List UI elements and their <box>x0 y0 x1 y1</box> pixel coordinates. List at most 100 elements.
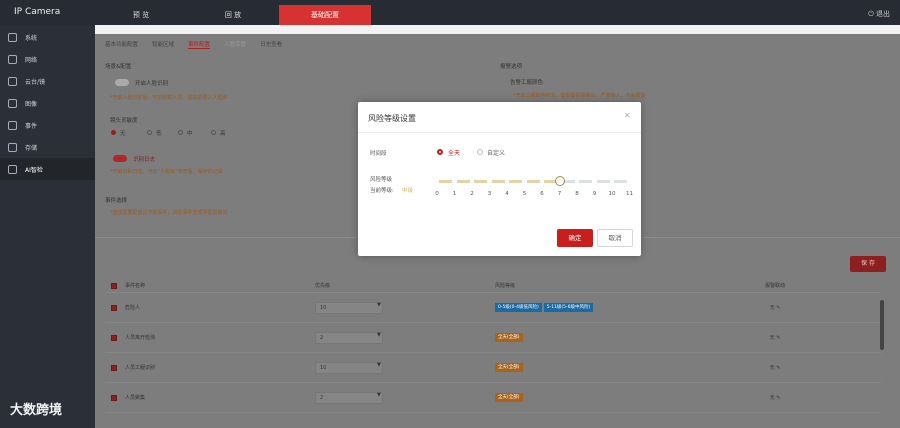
risk-tag[interactable]: 全天(全部) <box>495 363 523 372</box>
current-level-label: 当前等级: <box>370 188 394 194</box>
time-radio-allday[interactable] <box>437 149 443 155</box>
time-radio-custom[interactable] <box>477 149 483 155</box>
event-title: 事件选择 <box>105 198 128 204</box>
tab-area[interactable]: 智能区域 <box>152 40 174 49</box>
nav-basic-config[interactable]: 基础配置 <box>279 5 371 25</box>
chevron-down-icon: ▼ <box>377 331 381 338</box>
slider-tick-label: 9 <box>592 191 597 197</box>
risk-tag[interactable]: 全天(全部) <box>495 333 523 342</box>
slider-segment[interactable] <box>526 180 540 183</box>
sensitivity-option: 无 <box>120 131 126 137</box>
priority-select[interactable]: 2 <box>315 391 383 404</box>
exit-label: 退出 <box>876 10 890 18</box>
watermark: 大数跨境 <box>10 403 63 418</box>
ai-icon <box>8 164 17 174</box>
row-checkbox[interactable] <box>111 334 117 341</box>
config-tabs: 基本功能配置 智能区域 事件配置 人脸库管 日志查看 <box>105 40 282 49</box>
table-row: 人员工服识别 10 ▼ 全天(全部) 无 ✎ <box>105 353 881 383</box>
tab-event-config[interactable]: 事件配置 <box>188 40 211 49</box>
slider-tick-label: 11 <box>626 191 633 197</box>
sensitivity-radio-1[interactable] <box>147 130 152 135</box>
sidebar-item-network[interactable]: 网络 <box>0 48 95 70</box>
sidebar: 系统 网络 云台/镜 图像 事件 存储 AI智检 <box>0 25 95 428</box>
time-option-custom: 自定义 <box>487 150 506 157</box>
recognize-log-label: 识别日志 <box>133 157 156 163</box>
sidebar-item-label: 网络 <box>25 56 38 64</box>
tab-log[interactable]: 日志查看 <box>260 40 282 49</box>
slider-segment[interactable] <box>456 180 470 183</box>
confirm-button[interactable]: 确定 <box>557 229 593 247</box>
row-checkbox[interactable] <box>111 394 117 401</box>
link-value: 无 <box>769 365 775 371</box>
table-header: 事件名称 优先级 风险等级 报警联动 <box>105 279 881 293</box>
top-bar: IP Camera 预 览 回 放 基础配置 ⏻ 退出 <box>0 0 900 25</box>
table-row: 危险人 10 ▼ 0-5级(0-4级低风险) 5-11级(5-6级中风险) 无 ✎ <box>105 293 881 323</box>
tab-face-lib[interactable]: 人脸库管 <box>224 40 246 49</box>
edit-icon[interactable]: ✎ <box>776 335 780 341</box>
slider-segment[interactable] <box>509 180 522 183</box>
slider-segment[interactable] <box>491 180 505 183</box>
exit-button[interactable]: ⏻ 退出 <box>868 9 890 19</box>
event-name: 人员聚集 <box>125 395 146 401</box>
slider-segment[interactable] <box>439 180 452 183</box>
table-scrollbar[interactable] <box>880 300 884 350</box>
app-title: IP Camera <box>14 7 61 17</box>
nav-playback[interactable]: 回 放 <box>187 5 279 25</box>
col-name: 事件名称 <box>125 283 146 289</box>
priority-select[interactable]: 2 <box>315 331 383 344</box>
edit-icon[interactable]: ✎ <box>776 395 780 401</box>
edit-icon[interactable]: ✎ <box>776 305 780 311</box>
sidebar-item-label: 存储 <box>25 144 38 152</box>
slider-thumb[interactable] <box>554 176 565 186</box>
risk-tag[interactable]: 5-11级(5-6级中风险) <box>543 303 594 312</box>
select-all-checkbox[interactable] <box>111 282 117 289</box>
cancel-button[interactable]: 取消 <box>597 229 633 247</box>
sidebar-item-storage[interactable]: 存储 <box>0 136 95 158</box>
tab-basic[interactable]: 基本功能配置 <box>105 40 138 49</box>
link-cell: 无 ✎ <box>735 364 815 371</box>
recognize-log-toggle[interactable] <box>113 155 127 162</box>
chevron-down-icon: ▼ <box>377 391 381 398</box>
sensitivity-option: 低 <box>156 131 162 137</box>
sidebar-item-event[interactable]: 事件 <box>0 114 95 136</box>
col-priority: 优先级 <box>315 283 331 289</box>
nav-preview[interactable]: 预 览 <box>95 5 187 25</box>
slider-segment[interactable] <box>579 180 592 183</box>
edit-icon[interactable]: ✎ <box>776 365 780 371</box>
table-row: 人员离开检测 2 ▼ 全天(全部) 无 ✎ <box>105 323 881 353</box>
sensitivity-radio-3[interactable] <box>211 130 216 135</box>
current-level-value: 中级 <box>402 188 414 194</box>
col-link: 报警联动 <box>764 283 785 289</box>
face-hint: *开启人脸识别后，可识别的人员，需提前录入人脸库 <box>110 95 228 101</box>
risk-tag[interactable]: 全天(全部) <box>495 393 523 402</box>
sensitivity-title: 镜头灵敏度 <box>110 118 138 124</box>
slider-segment[interactable] <box>614 180 627 183</box>
image-icon <box>8 98 17 108</box>
slider-tick-label: 10 <box>608 191 616 197</box>
priority-select[interactable]: 10 <box>315 301 383 314</box>
link-value: 无 <box>769 335 775 341</box>
risk-label: 风险等级 <box>370 177 393 183</box>
row-checkbox[interactable] <box>111 304 117 311</box>
slider-segment[interactable] <box>596 180 610 183</box>
priority-select[interactable]: 10 <box>315 361 383 374</box>
sidebar-item-system[interactable]: 系统 <box>0 26 95 48</box>
event-icon <box>8 120 17 130</box>
slider-tick-label: 0 <box>435 191 439 197</box>
slider-tick-label: 2 <box>470 191 474 197</box>
close-icon[interactable]: ✕ <box>624 111 631 120</box>
face-recognition-toggle[interactable] <box>115 79 129 86</box>
dialog-divider <box>358 132 641 133</box>
top-nav: 预 览 回 放 基础配置 <box>95 5 371 25</box>
link-value: 无 <box>769 395 775 401</box>
chevron-down-icon: ▼ <box>377 301 381 308</box>
risk-tag[interactable]: 0-5级(0-4级低风险) <box>495 303 542 312</box>
sidebar-item-image[interactable]: 图像 <box>0 92 95 114</box>
save-button[interactable]: 保 存 <box>850 256 886 272</box>
sensitivity-radio-0[interactable] <box>111 130 116 135</box>
sidebar-item-ai[interactable]: AI智检 <box>0 158 95 180</box>
slider-segment[interactable] <box>474 180 487 183</box>
row-checkbox[interactable] <box>111 364 117 371</box>
sensitivity-radio-2[interactable] <box>178 130 183 135</box>
sidebar-item-ptz[interactable]: 云台/镜 <box>0 70 95 92</box>
